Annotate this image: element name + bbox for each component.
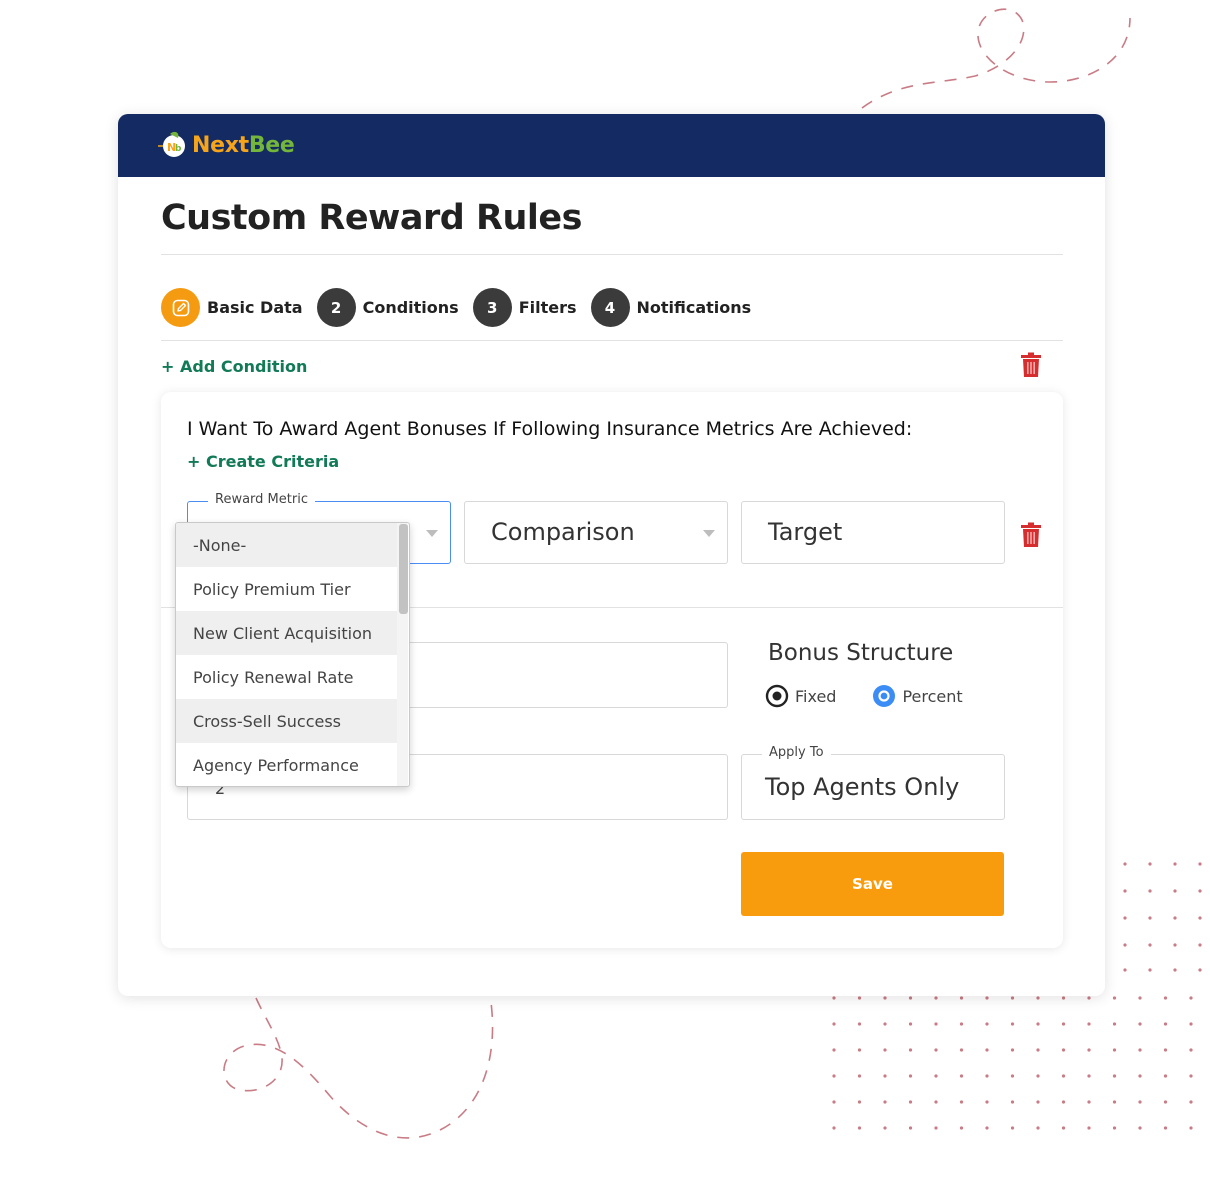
divider (161, 254, 1063, 255)
chevron-down-icon (703, 530, 715, 537)
radio-fixed[interactable]: Fixed (765, 684, 836, 708)
dropdown-option[interactable]: Policy Premium Tier (176, 567, 397, 611)
brand-name-part2: Bee (248, 132, 295, 158)
step-2-label: Conditions (362, 298, 459, 317)
dropdown-option[interactable]: Cross-Sell Success (176, 699, 397, 743)
radio-percent-label: Percent (902, 686, 963, 706)
step-1-circle (161, 288, 200, 327)
dropdown-option[interactable]: Agency Performance (176, 743, 397, 786)
dropdown-option[interactable]: -None- (176, 523, 397, 567)
apply-to-label: Apply To (762, 745, 831, 760)
wizard-steps: Basic Data 2 Conditions 3 Filters 4 Noti… (161, 288, 765, 327)
reward-metric-dropdown: -None- Policy Premium Tier New Client Ac… (175, 522, 410, 787)
step-4-circle: 4 (590, 288, 630, 327)
delete-condition-trash-icon[interactable] (1020, 352, 1042, 378)
step-filters[interactable]: 3 Filters (472, 288, 577, 327)
radio-unselected-icon (765, 684, 789, 708)
brand-name-part1: Next (192, 132, 249, 158)
save-button[interactable]: Save (741, 852, 1004, 916)
apply-to-value: Top Agents Only (765, 773, 960, 801)
app-header: N b NextBee (118, 114, 1105, 177)
dot-pattern-right (1123, 862, 1202, 972)
radio-selected-icon (873, 685, 896, 707)
step-conditions[interactable]: 2 Conditions (316, 288, 459, 327)
dot-pattern-bottom (832, 996, 1193, 1130)
nextbee-logo: N b NextBee (154, 130, 295, 160)
bee-logo-icon: N b (158, 131, 185, 157)
dropdown-option[interactable]: Policy Renewal Rate (176, 655, 397, 699)
step-4-label: Notifications (636, 298, 752, 317)
apply-to-select[interactable]: Apply To Top Agents Only (741, 745, 1005, 820)
bonus-structure-radio-group: Fixed Percent (765, 684, 999, 708)
dropdown-option[interactable]: New Client Acquisition (176, 611, 397, 655)
radio-fixed-label: Fixed (795, 686, 837, 706)
chevron-down-icon (426, 530, 438, 537)
target-placeholder: Target (768, 518, 843, 546)
create-criteria-link[interactable]: + Create Criteria (187, 452, 339, 471)
brand-name: NextBee (192, 133, 295, 158)
target-input[interactable]: Target (741, 501, 1005, 564)
delete-criteria-trash-icon[interactable] (1020, 522, 1042, 548)
svg-text:b: b (175, 144, 182, 154)
step-basic-data[interactable]: Basic Data (161, 288, 303, 327)
step-3-circle: 3 (472, 288, 512, 327)
comparison-select[interactable]: Comparison (464, 501, 728, 564)
edit-icon (172, 299, 189, 316)
comparison-placeholder: Comparison (491, 518, 635, 546)
condition-question: I Want To Award Agent Bonuses If Followi… (187, 418, 913, 440)
step-2-circle: 2 (316, 288, 356, 327)
divider (161, 340, 1063, 341)
step-notifications[interactable]: 4 Notifications (590, 288, 752, 327)
reward-metric-label: Reward Metric (208, 492, 315, 507)
radio-percent[interactable]: Percent (872, 684, 963, 708)
dropdown-scrollbar-thumb[interactable] (399, 524, 408, 614)
step-1-label: Basic Data (207, 298, 303, 317)
page-title: Custom Reward Rules (161, 198, 582, 238)
bonus-structure-title: Bonus Structure (768, 640, 954, 666)
add-condition-link[interactable]: + Add Condition (161, 357, 307, 376)
step-3-label: Filters (518, 298, 577, 317)
